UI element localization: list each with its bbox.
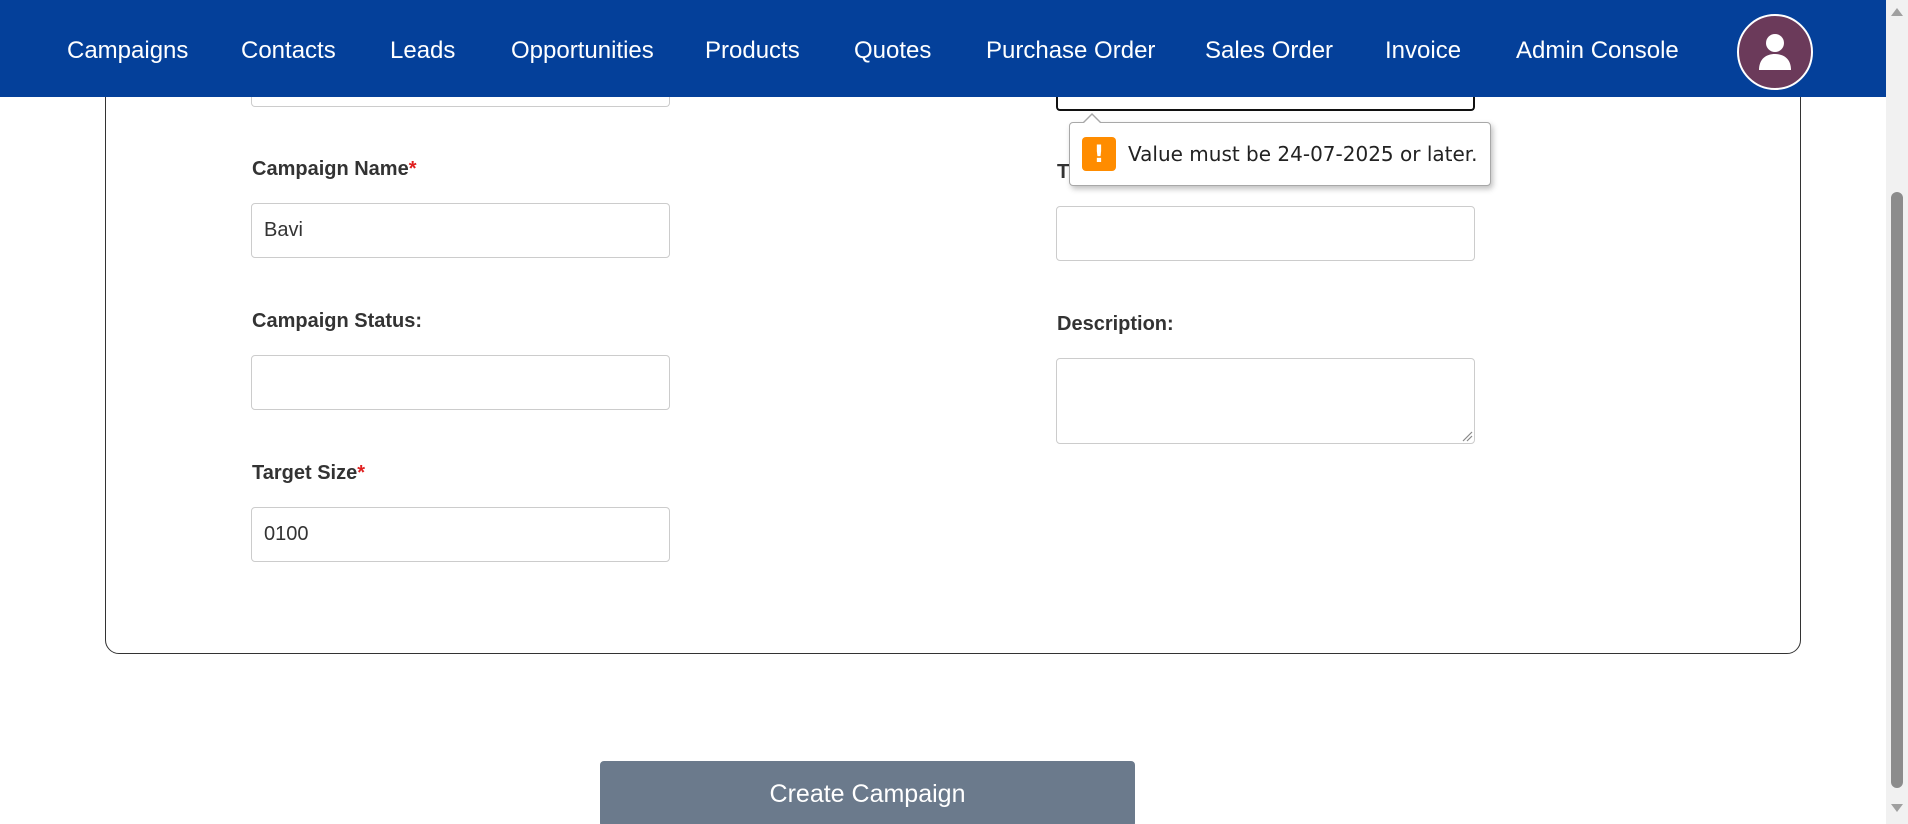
campaign-name-label: Campaign Name*	[252, 158, 417, 180]
vertical-scrollbar[interactable]	[1886, 0, 1908, 824]
create-campaign-button[interactable]: Create Campaign	[600, 761, 1135, 824]
page: Campaigns Contacts Leads Opportunities P…	[0, 0, 1908, 824]
description-label: Description:	[1057, 313, 1174, 335]
right-field-label: T	[1057, 161, 1070, 183]
scroll-down-icon[interactable]	[1891, 804, 1903, 812]
nav-item-contacts[interactable]: Contacts	[241, 36, 336, 66]
nav-item-products[interactable]: Products	[705, 36, 800, 66]
nav-item-campaigns[interactable]: Campaigns	[67, 36, 188, 66]
description-textarea[interactable]	[1056, 358, 1475, 444]
campaign-form-card: Campaign Name* Campaign Status: Target S…	[105, 40, 1801, 654]
top-navbar: Campaigns Contacts Leads Opportunities P…	[0, 0, 1886, 97]
campaign-status-label: Campaign Status:	[252, 310, 423, 332]
nav-item-opportunities[interactable]: Opportunities	[511, 36, 654, 66]
scroll-thumb[interactable]	[1891, 192, 1903, 788]
right-field-input[interactable]	[1056, 206, 1475, 261]
user-icon	[1759, 34, 1791, 70]
nav-item-leads[interactable]: Leads	[390, 36, 455, 66]
validation-tooltip: ! Value must be 24-07-2025 or later.	[1069, 113, 1491, 186]
required-marker: *	[357, 462, 366, 484]
target-size-input[interactable]	[251, 507, 670, 562]
nav-item-quotes[interactable]: Quotes	[854, 36, 931, 66]
warning-icon: !	[1082, 137, 1116, 171]
resize-handle-icon[interactable]	[1461, 430, 1473, 442]
nav-item-admin-console[interactable]: Admin Console	[1516, 36, 1679, 66]
avatar[interactable]	[1737, 14, 1813, 90]
nav-item-purchase-order[interactable]: Purchase Order	[986, 36, 1155, 66]
campaign-status-input[interactable]	[251, 355, 670, 410]
nav-item-invoice[interactable]: Invoice	[1385, 36, 1461, 66]
scroll-up-icon[interactable]	[1891, 8, 1903, 16]
target-size-label: Target Size*	[252, 462, 366, 484]
required-marker: *	[408, 158, 417, 180]
campaign-name-input[interactable]	[251, 203, 670, 258]
tooltip-arrow-inner	[1083, 115, 1101, 124]
tooltip-message: Value must be 24-07-2025 or later.	[1128, 142, 1478, 166]
nav-item-sales-order[interactable]: Sales Order	[1205, 36, 1333, 66]
